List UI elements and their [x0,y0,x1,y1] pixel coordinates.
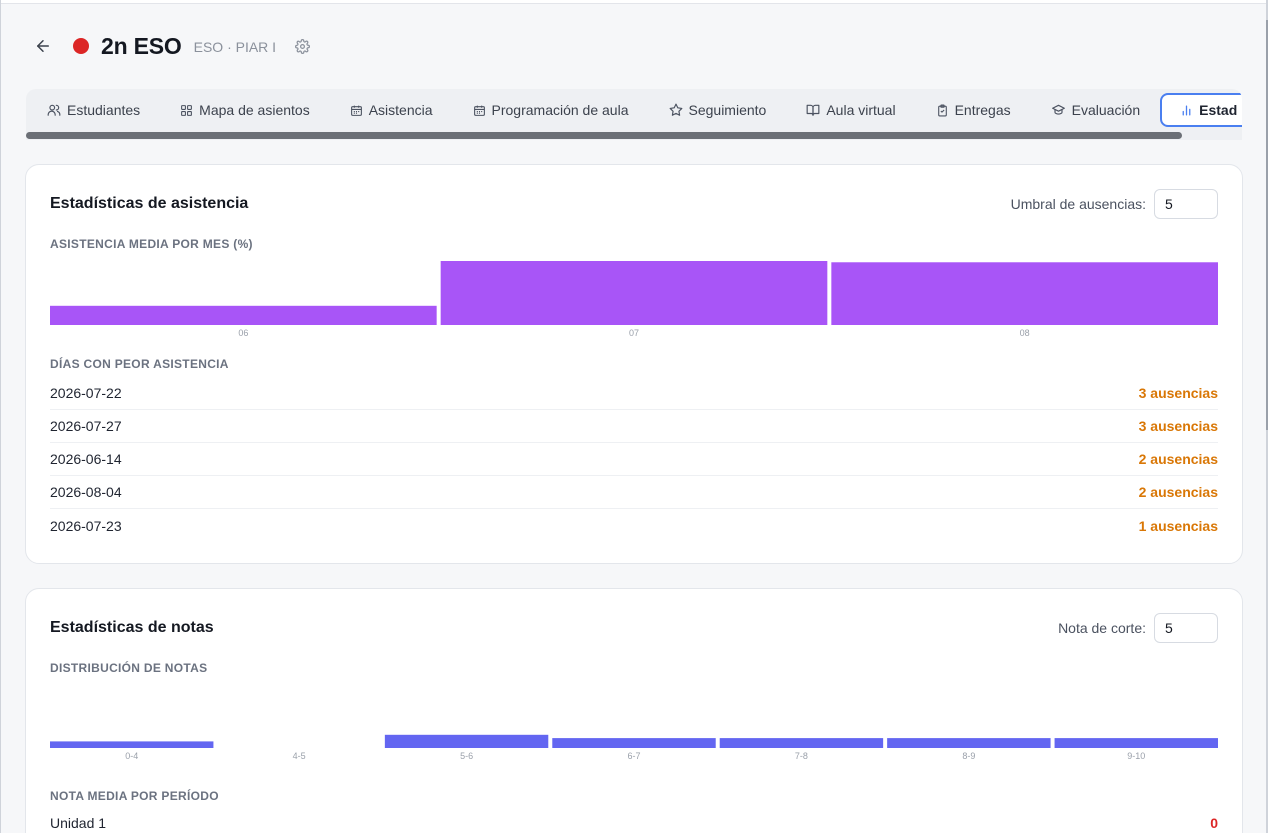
tick-label-7-8: 7-8 [795,751,808,761]
period-average: 0 [1210,815,1218,831]
clipboard-check-icon [937,104,947,116]
chart-bar-07 [440,261,828,325]
grid-icon [181,104,193,116]
absence-threshold: Umbral de ausencias: [1011,189,1218,219]
list-item: 2026-07-23 1 ausencias [50,509,1218,542]
window-left-edge [0,0,1,833]
period-name: Unidad 1 [50,815,107,831]
monthly-attendance-svg: 06 07 08 [50,261,1218,338]
absence-count: 3 ausencias [1138,385,1218,401]
list-item: 2026-07-22 3 ausencias [50,377,1218,410]
tab-aula-virtual[interactable]: Aula virtual [786,92,915,128]
tab-label: Entregas [954,102,1011,118]
tick-label-5-6: 5-6 [460,751,473,761]
chart-bar-6-7 [552,738,716,748]
attendance-stats-card: Estadísticas de asistencia Umbral de aus… [25,164,1243,564]
absence-threshold-input[interactable] [1154,189,1218,219]
users-icon [47,104,61,116]
tab-programacion-de-aula[interactable]: Programación de aula [453,92,649,128]
worst-days-list: 2026-07-22 3 ausencias 2026-07-27 3 ause… [50,377,1218,542]
tab-label: Aula virtual [826,102,896,118]
chart-bar-06 [50,305,437,325]
chart-bar-7-8 [719,738,884,748]
tick-label-9-10: 9-10 [1127,751,1145,761]
tick-label-06: 06 [238,328,248,338]
tab-seguimiento[interactable]: Seguimiento [649,92,787,128]
cutoff-grade-input[interactable] [1154,613,1218,643]
day-date: 2026-07-22 [50,385,122,401]
calendar-icon [473,105,485,116]
settings-button[interactable] [294,38,310,54]
gear-icon [294,38,310,54]
day-date: 2026-07-27 [50,418,122,434]
monthly-attendance-chart: 06 07 08 [50,259,1218,341]
list-item: 2026-07-27 3 ausencias [50,410,1218,443]
tab-mapa-de-asientos[interactable]: Mapa de asientos [160,92,330,128]
grades-stats-card: Estadísticas de notas Nota de corte: DIS… [25,588,1243,833]
tab-estudiantes[interactable]: Estudiantes [26,92,160,128]
absence-count: 2 ausencias [1138,451,1218,467]
day-date: 2026-07-23 [50,517,122,534]
tick-label-07: 07 [629,328,639,338]
tick-label-0-4: 0-4 [125,751,138,761]
chart-bar-0-4 [50,741,214,748]
period-average-label: NOTA MEDIA POR PERÍODO [50,789,219,803]
tab-estadisticas[interactable]: Estad [1160,93,1242,127]
chart-bar-9-10 [1054,738,1218,748]
absence-count: 2 ausencias [1138,484,1218,500]
period-row: Unidad 1 0 [50,815,1218,831]
calendar-icon [350,105,362,116]
arrow-left-icon [37,40,49,52]
page-title: 2n ESO [101,32,182,59]
tab-label: Estad [1199,102,1238,118]
page-subtitle: ESO · PIAR I [193,39,277,55]
tab-label: Evaluación [1071,102,1141,118]
tab-evaluacion[interactable]: Evaluación [1031,92,1161,128]
absence-count: 1 ausencias [1138,517,1218,534]
attendance-stats-title: Estadísticas de asistencia [50,195,249,212]
cutoff-grade: Nota de corte: [1058,613,1218,643]
grades-stats-title: Estadísticas de notas [50,619,214,636]
chart-bar-08 [831,262,1218,325]
list-item: 2026-06-14 2 ausencias [50,443,1218,476]
tick-label-6-7: 6-7 [627,751,640,761]
tick-label-8-9: 8-9 [962,751,975,761]
status-dot [73,38,89,54]
window-top-edge [0,0,1268,4]
grade-distribution-chart: 0-4 4-5 5-6 6-7 7-8 8-9 9-10 [50,687,1218,761]
tab-label: Estudiantes [67,102,141,118]
book-open-icon [806,104,820,116]
tick-label-4-5: 4-5 [293,751,306,761]
graduation-cap-icon [1051,104,1065,115]
day-date: 2026-06-14 [50,451,122,467]
chart-bar-8-9 [887,738,1051,748]
back-button[interactable] [32,35,54,57]
list-item: 2026-08-04 2 ausencias [50,476,1218,509]
tick-label-08: 08 [1020,328,1030,338]
monthly-attendance-label: ASISTENCIA MEDIA POR MES (%) [50,237,253,251]
tabs: Estudiantes Mapa de asientos Asistencia … [26,89,1242,131]
tab-label: Programación de aula [491,102,629,118]
tab-bar: Estudiantes Mapa de asientos Asistencia … [26,89,1242,131]
absence-count: 3 ausencias [1138,418,1218,434]
chart-bar-5-6 [384,734,549,748]
worst-days-label: DÍAS CON PEOR ASISTENCIA [50,357,229,371]
grade-distribution-svg: 0-4 4-5 5-6 6-7 7-8 8-9 9-10 [50,734,1218,761]
day-date: 2026-08-04 [50,484,122,500]
bar-chart-icon [1182,105,1191,115]
tab-label: Mapa de asientos [199,102,310,118]
absence-threshold-label: Umbral de ausencias: [1010,196,1146,212]
tabs-scrollbar-thumb[interactable] [26,132,1182,139]
page-header: 2n ESO ESO · PIAR I [32,30,310,62]
star-icon [669,103,682,116]
tab-label: Seguimiento [688,102,767,118]
grade-distribution-label: DISTRIBUCIÓN DE NOTAS [50,661,208,675]
tab-asistencia[interactable]: Asistencia [330,92,453,128]
cutoff-grade-label: Nota de corte: [1058,620,1146,636]
tab-entregas[interactable]: Entregas [916,92,1031,128]
tab-label: Asistencia [368,102,433,118]
